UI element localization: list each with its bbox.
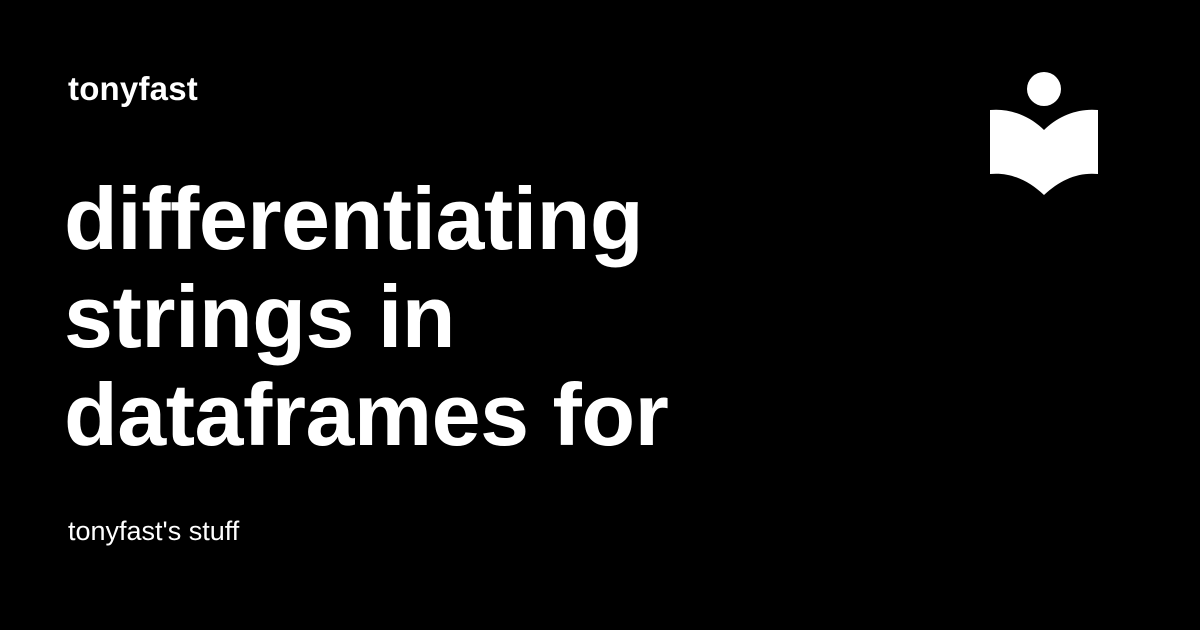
site-name: tonyfast xyxy=(68,70,198,107)
open-book xyxy=(990,109,1098,195)
reader-head xyxy=(1027,72,1061,106)
reader-book-icon xyxy=(990,72,1098,195)
page-title-line: differentiating xyxy=(64,169,644,268)
page-title-line: dataframes for xyxy=(64,365,669,464)
page-title: differentiating strings in dataframes fo… xyxy=(64,170,764,464)
page-title-line: strings in xyxy=(64,267,456,366)
site-description: tonyfast's stuff xyxy=(68,516,240,546)
social-card: tonyfast differentiating strings in data… xyxy=(0,0,1200,630)
